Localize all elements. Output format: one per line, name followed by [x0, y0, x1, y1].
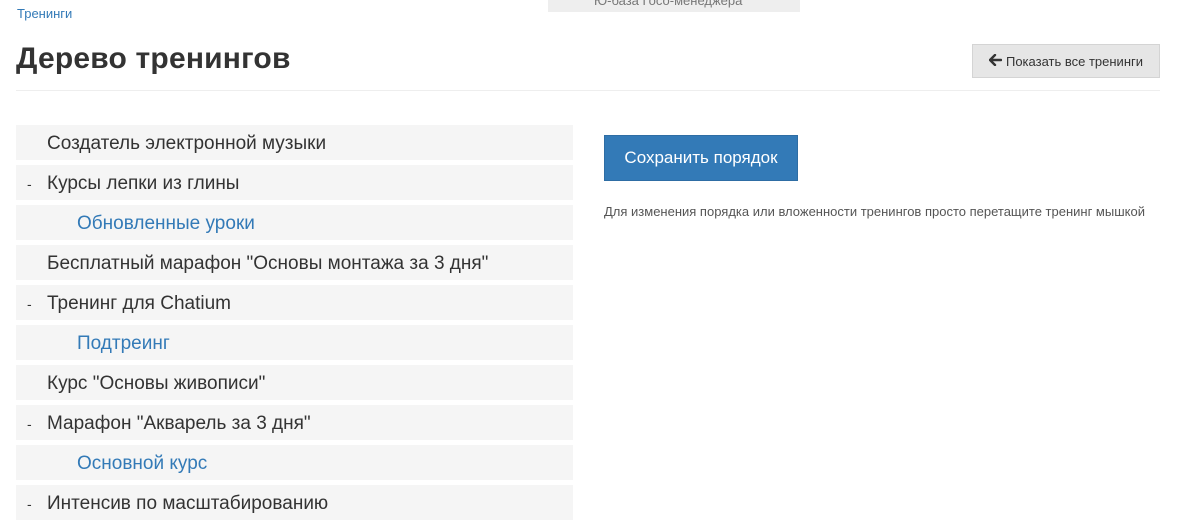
tree-item[interactable]: - Тренинг для Chatium: [16, 285, 573, 320]
tree-item-child[interactable]: Подтреинг: [16, 325, 573, 360]
tree-item-label[interactable]: Подтреинг: [77, 325, 170, 363]
page: Ю-база Госо-менеджера Тренинги Дерево тр…: [0, 0, 1200, 529]
header-divider: [16, 90, 1160, 91]
top-tab[interactable]: Ю-база Госо-менеджера: [548, 0, 800, 12]
tree-item[interactable]: Курс "Основы живописи": [16, 365, 573, 400]
collapse-toggle[interactable]: -: [27, 485, 32, 523]
tree-item-label: Создатель электронной музыки: [47, 133, 327, 154]
drag-hint-text: Для изменения порядка или вложенности тр…: [604, 204, 1145, 219]
tree-item[interactable]: - Марафон "Акварель за 3 дня": [16, 405, 573, 440]
tree-item-label[interactable]: Обновленные уроки: [77, 205, 255, 243]
tree-item[interactable]: Бесплатный марафон "Основы монтажа за 3 …: [16, 245, 573, 280]
arrow-left-icon: [988, 53, 1003, 69]
tree-item-label: Курсы лепки из глины: [47, 173, 240, 194]
breadcrumb-trainings-link[interactable]: Тренинги: [17, 6, 72, 21]
tree-item-label: Тренинг для Chatium: [47, 293, 231, 314]
show-all-trainings-label: Показать все тренинги: [1005, 53, 1143, 69]
collapse-toggle[interactable]: -: [27, 165, 32, 203]
tree-item-label: Курс "Основы живописи": [47, 373, 266, 394]
show-all-trainings-button[interactable]: Показать все тренинги: [972, 44, 1160, 78]
page-title: Дерево тренингов: [16, 42, 291, 75]
training-tree: Создатель электронной музыки - Курсы лепки…: [16, 125, 573, 525]
tree-item-label[interactable]: Основной курс: [77, 445, 207, 483]
tree-item-child[interactable]: Основной курс: [16, 445, 573, 480]
tree-item-label: Марафон "Акварель за 3 дня": [47, 413, 311, 434]
tree-item-label: Бесплатный марафон "Основы монтажа за 3 …: [47, 253, 489, 274]
save-order-button[interactable]: Сохранить порядок: [604, 135, 798, 181]
tree-item-child[interactable]: Обновленные уроки: [16, 205, 573, 240]
tree-item[interactable]: - Интенсив по масштабированию: [16, 485, 573, 520]
tree-item[interactable]: Создатель электронной музыки: [16, 125, 573, 160]
top-tab-label: Ю-база Госо-менеджера: [594, 0, 743, 8]
collapse-toggle[interactable]: -: [27, 285, 32, 323]
tree-item[interactable]: - Курсы лепки из глины: [16, 165, 573, 200]
tree-item-label: Интенсив по масштабированию: [47, 493, 329, 514]
collapse-toggle[interactable]: -: [27, 405, 32, 443]
